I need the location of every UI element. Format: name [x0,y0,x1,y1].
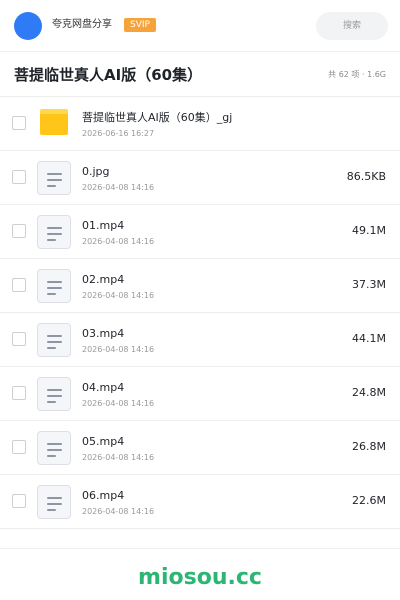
list-item[interactable]: 01.mp4 2026-04-08 14:16 49.1M [0,205,400,259]
select-checkbox[interactable] [12,170,26,184]
file-size: 44.1M [352,332,386,345]
document-icon [37,377,71,411]
file-date: 2026-04-08 14:16 [82,399,155,408]
list-item[interactable]: 02.mp4 2026-04-08 14:16 37.3M [0,259,400,313]
file-name: 0.jpg [82,165,110,178]
share-name: 夸克网盘分享 [52,19,112,30]
select-checkbox[interactable] [12,494,26,508]
file-date: 2026-04-08 14:16 [82,291,155,300]
file-name: 02.mp4 [82,273,125,286]
select-checkbox[interactable] [12,440,26,454]
page-title: 菩提临世真人AI版（60集） [14,66,203,84]
select-checkbox[interactable] [12,332,26,346]
file-size: 24.8M [352,386,386,399]
top-bar: 夸克网盘分享 SVIP 搜索 [0,0,400,52]
file-date: 2026-06-16 16:27 [82,129,155,138]
file-name: 06.mp4 [82,489,125,502]
list-item[interactable]: 0.jpg 2026-04-08 14:16 86.5KB [0,151,400,205]
search-placeholder: 搜索 [342,21,361,31]
site-watermark: miosou.cc [138,565,262,590]
file-date: 2026-04-08 14:16 [82,507,155,516]
folder-icon [40,109,68,135]
file-name: 01.mp4 [82,219,125,232]
search-input[interactable]: 搜索 [316,12,388,40]
file-size: 86.5KB [346,170,386,183]
document-icon [37,161,71,195]
file-name: 04.mp4 [82,381,125,394]
list-item[interactable]: 05.mp4 2026-04-08 14:16 26.8M [0,421,400,475]
document-icon [37,215,71,249]
list-item[interactable]: 06.mp4 2026-04-08 14:16 22.6M [0,475,400,529]
file-size: 37.3M [352,278,386,291]
list-item[interactable]: 03.mp4 2026-04-08 14:16 44.1M [0,313,400,367]
select-checkbox[interactable] [12,278,26,292]
document-icon [37,323,71,357]
list-item[interactable]: 04.mp4 2026-04-08 14:16 24.8M [0,367,400,421]
file-count-summary: 共 62 项 · 1.6G [328,70,386,79]
file-size: 26.8M [352,440,386,453]
file-date: 2026-04-08 14:16 [82,345,155,354]
document-icon [37,431,71,465]
file-size: 49.1M [352,224,386,237]
title-bar: 菩提临世真人AI版（60集） 共 62 项 · 1.6G [0,52,400,97]
file-size: 22.6M [352,494,386,507]
avatar[interactable] [14,12,42,40]
file-date: 2026-04-08 14:16 [82,183,155,192]
document-icon [37,269,71,303]
file-name: 05.mp4 [82,435,125,448]
file-name: 菩提临世真人AI版（60集）_gj [82,111,233,124]
document-icon [37,485,71,519]
file-name: 03.mp4 [82,327,125,340]
select-checkbox[interactable] [12,116,26,130]
select-checkbox[interactable] [12,224,26,238]
file-date: 2026-04-08 14:16 [82,237,155,246]
footer: miosou.cc [0,548,400,600]
file-list: 菩提临世真人AI版（60集）_gj 2026-06-16 16:27 0.jpg… [0,97,400,529]
file-date: 2026-04-08 14:16 [82,453,155,462]
list-item-folder[interactable]: 菩提临世真人AI版（60集）_gj 2026-06-16 16:27 [0,97,400,151]
svip-badge: SVIP [124,18,156,32]
select-checkbox[interactable] [12,386,26,400]
